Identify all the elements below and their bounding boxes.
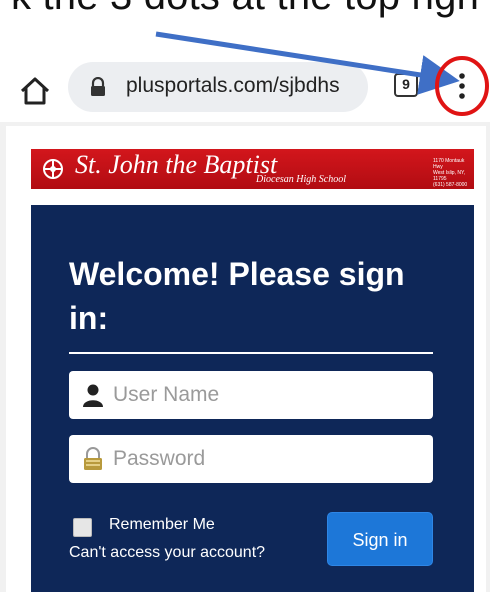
- password-input[interactable]: [113, 435, 423, 483]
- lock-icon: [91, 77, 105, 96]
- three-dot-menu-icon[interactable]: [438, 64, 488, 108]
- password-lock-icon: [84, 447, 102, 470]
- school-name: St. John the Baptist: [75, 150, 278, 179]
- login-heading: Welcome! Please sign in:: [69, 256, 405, 336]
- username-input[interactable]: [113, 371, 423, 419]
- remember-me-checkbox[interactable]: [73, 518, 92, 537]
- remember-me-label[interactable]: Remember Me: [109, 516, 215, 534]
- address-bar[interactable]: plusportals.com/sjbdhs: [68, 62, 368, 112]
- school-crest-icon: [43, 159, 63, 179]
- home-icon[interactable]: [18, 74, 52, 108]
- username-field[interactable]: [69, 371, 433, 419]
- school-address: 1170 Montauk Hwy West Islip, NY, 11795 (…: [433, 158, 468, 188]
- cant-access-link[interactable]: Can't access your account?: [69, 544, 265, 562]
- url-text: plusportals.com/sjbdhs: [126, 74, 340, 97]
- instruction-caption: k the 3 dots at the top righ: [0, 0, 490, 19]
- password-field[interactable]: [69, 435, 433, 483]
- user-icon: [83, 384, 103, 407]
- tab-switcher-button[interactable]: 9: [394, 73, 418, 97]
- sign-in-button[interactable]: Sign in: [327, 512, 433, 566]
- school-subtitle: Diocesan High School: [256, 174, 346, 185]
- heading-divider: [69, 352, 433, 354]
- school-banner: St. John the Baptist Diocesan High Schoo…: [31, 149, 474, 189]
